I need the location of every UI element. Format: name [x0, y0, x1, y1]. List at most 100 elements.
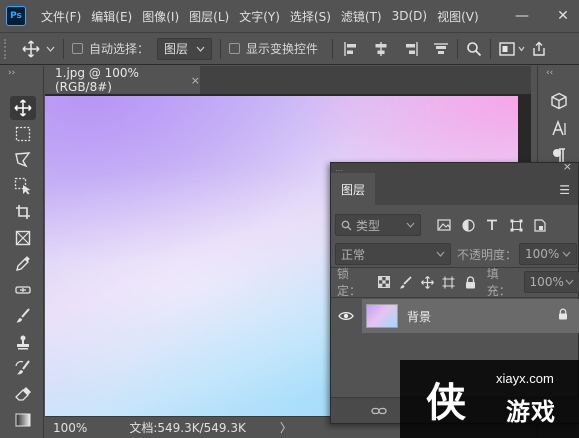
lock-row: 锁定： 填充： 100% [331, 267, 579, 298]
menu-edit[interactable]: 编辑(E) [86, 8, 137, 25]
filter-shape-icon[interactable] [507, 216, 525, 234]
tool-healing[interactable] [10, 278, 36, 302]
workspace-icon[interactable] [499, 41, 515, 56]
lock-label: 锁定： [337, 267, 362, 298]
layer-thumbnail [366, 304, 398, 328]
filter-kind-dropdown[interactable]: 类型 [335, 214, 421, 236]
watermark-url: xiayx.com [496, 371, 554, 386]
tool-brush[interactable] [10, 304, 36, 328]
menu-image[interactable]: 图像(I) [137, 8, 184, 25]
lock-pixels-icon[interactable] [397, 273, 414, 291]
move-tool-preset[interactable] [22, 39, 55, 58]
clone-stamp-icon [17, 335, 29, 350]
eye-icon [338, 311, 354, 321]
layer-item[interactable]: 背景 [362, 299, 579, 333]
align-left-icon[interactable] [343, 41, 359, 57]
dock-character[interactable] [548, 118, 570, 140]
close-panel-icon[interactable]: × [563, 160, 572, 173]
options-grip[interactable] [4, 38, 10, 59]
blend-mode-dropdown[interactable]: 正常 [335, 243, 451, 265]
fill-label: 填充： [486, 267, 511, 298]
object-selection-icon [14, 177, 31, 195]
tool-gradient[interactable] [10, 408, 36, 432]
minimize-button[interactable]: — [506, 0, 538, 32]
cube-icon [551, 92, 567, 110]
opacity-field[interactable]: 100% [519, 243, 578, 265]
blend-mode-value: 正常 [341, 247, 366, 262]
filter-type-icon[interactable] [483, 216, 501, 234]
align-top-icon[interactable] [433, 41, 449, 57]
share-icon[interactable] [531, 41, 547, 57]
menu-view[interactable]: 视图(V) [432, 8, 484, 25]
tool-stamp[interactable] [10, 330, 36, 354]
tool-eyedropper[interactable] [10, 252, 36, 276]
show-transform-label: 显示变换控件 [246, 42, 319, 56]
chevron-down-icon [562, 251, 571, 257]
zoom-level[interactable]: 100% [53, 421, 87, 435]
blend-row: 正常 不透明度： 100% [331, 243, 579, 265]
align-right-icon[interactable] [403, 41, 419, 57]
menu-3d[interactable]: 3D(D) [387, 9, 432, 23]
layer-lock-icon[interactable] [558, 308, 568, 323]
panel-menu-icon[interactable]: ☰ [559, 183, 570, 197]
tool-marquee[interactable] [10, 122, 36, 146]
search-icon[interactable] [466, 41, 482, 57]
separator [220, 38, 222, 59]
fill-field[interactable]: 100% [523, 271, 579, 293]
link-layers-icon[interactable] [371, 406, 387, 416]
chevron-down-icon [436, 251, 445, 257]
collapse-dock-icon[interactable]: ‹‹ [546, 68, 553, 78]
filter-kind-value: 类型 [356, 218, 381, 233]
tool-crop[interactable] [10, 200, 36, 224]
layer-visibility-toggle[interactable] [331, 311, 361, 321]
chevron-down-icon [406, 222, 415, 228]
layer-name[interactable]: 背景 [407, 308, 431, 325]
tool-move[interactable] [10, 96, 36, 120]
tool-object-select[interactable] [10, 174, 36, 198]
separator [490, 38, 492, 59]
history-brush-icon [15, 360, 30, 375]
menu-select[interactable]: 选择(S) [285, 8, 336, 25]
eraser-icon [15, 387, 31, 401]
opacity-label: 不透明度： [457, 247, 518, 262]
lock-transparent-icon[interactable] [376, 273, 393, 291]
separator [332, 38, 334, 59]
watermark-text: 游戏 [506, 398, 556, 426]
tool-lasso[interactable] [10, 148, 36, 172]
layer-row[interactable]: 背景 [331, 299, 579, 333]
auto-select-checkbox[interactable] [72, 43, 83, 54]
lock-artboard-icon[interactable] [440, 273, 457, 291]
close-tab-icon[interactable]: × [191, 74, 200, 87]
auto-select-value: 图层 [164, 42, 189, 56]
character-icon [552, 120, 566, 136]
menu-layer[interactable]: 图层(L) [184, 8, 234, 25]
document-tab-bar: 1.jpg @ 100%(RGB/8#) × [45, 66, 531, 94]
close-window-button[interactable]: ✕ [547, 0, 579, 32]
document-size-info: 文档:549.3K/549.3K [129, 421, 246, 435]
collapse-panel-icon[interactable]: ›› [8, 68, 15, 78]
menu-filter[interactable]: 滤镜(T) [336, 8, 387, 25]
options-bar: 自动选择： 图层 显示变换控件 [0, 32, 579, 65]
watermark-logo: 侠 [426, 379, 466, 426]
filter-pixel-icon[interactable] [435, 216, 453, 234]
lock-position-icon[interactable] [419, 273, 436, 291]
filter-smart-object-icon[interactable] [531, 216, 549, 234]
menu-type[interactable]: 文字(Y) [234, 8, 285, 25]
tool-history-brush[interactable] [10, 356, 36, 380]
align-center-icon[interactable] [373, 41, 389, 57]
tool-frame[interactable] [10, 226, 36, 250]
document-tab[interactable]: 1.jpg @ 100%(RGB/8#) × [45, 66, 200, 94]
filter-adjustment-icon[interactable] [459, 216, 477, 234]
status-info-arrow[interactable]: 〉 [280, 419, 292, 436]
layers-panel-header[interactable]: ⋯ × [331, 160, 578, 175]
show-transform-checkbox[interactable] [229, 43, 241, 54]
dock-3d[interactable] [548, 90, 570, 112]
auto-select-dropdown[interactable]: 图层 [157, 37, 213, 60]
tab-layers[interactable]: 图层 [331, 173, 375, 205]
menu-file[interactable]: 文件(F) [36, 8, 86, 25]
tool-eraser[interactable] [10, 382, 36, 406]
lock-all-icon[interactable] [461, 273, 478, 291]
polygonal-lasso-icon [15, 152, 31, 168]
document-tab-title: 1.jpg @ 100%(RGB/8#) [55, 66, 139, 94]
tools-panel: ›› [0, 66, 44, 438]
